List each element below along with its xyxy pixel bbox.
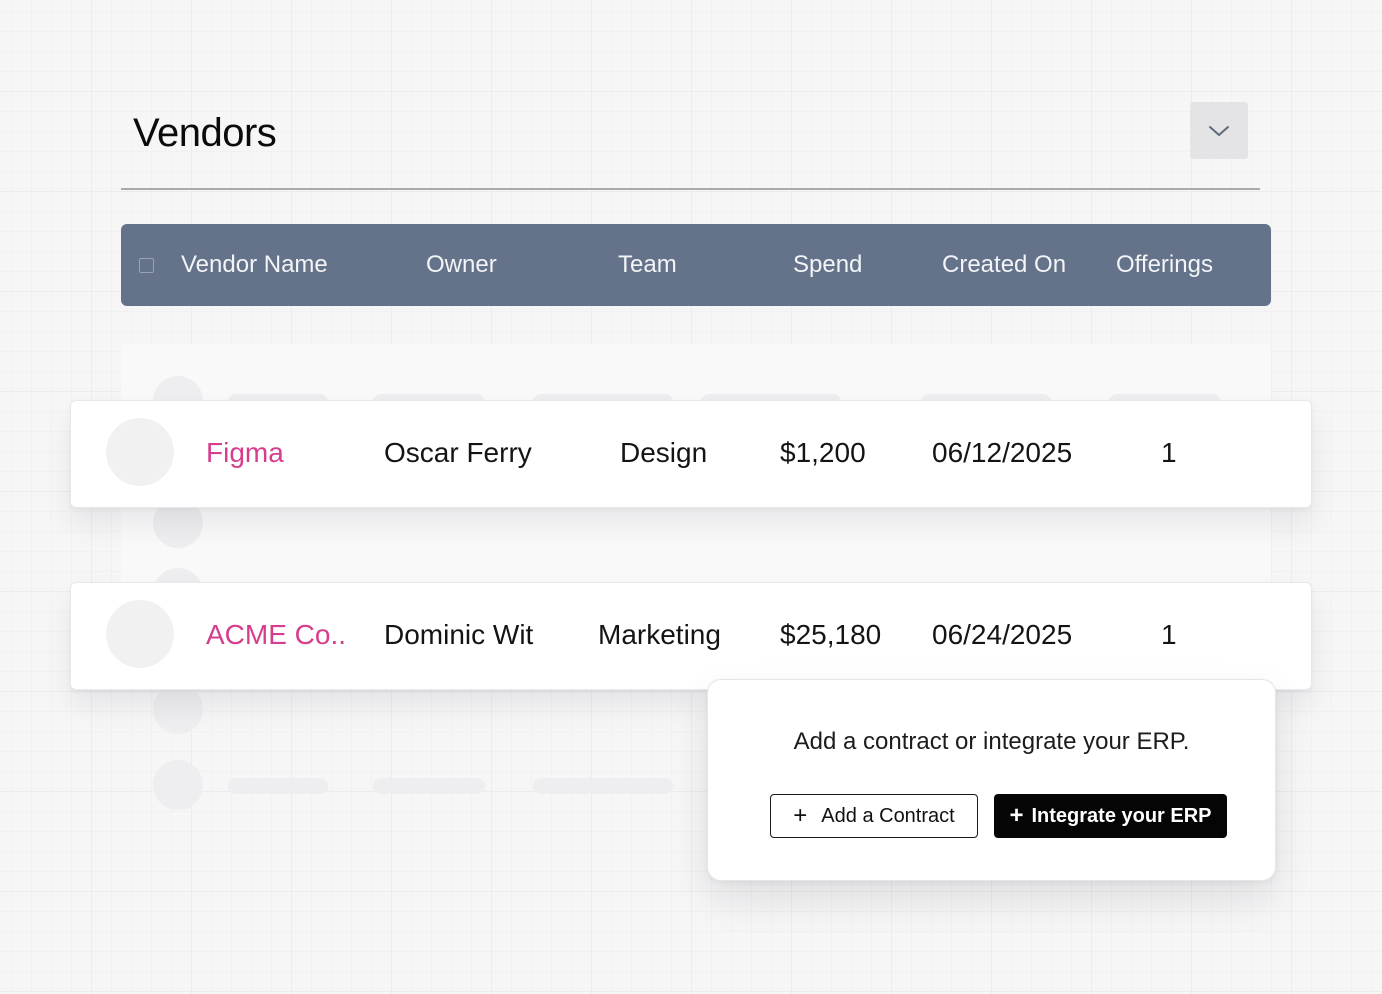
owner-cell: Dominic Wit	[384, 619, 534, 650]
add-contract-label: Add a Contract	[821, 804, 955, 827]
chevron-down-icon	[1209, 125, 1229, 136]
column-header-owner[interactable]: Owner	[426, 224, 497, 306]
plus-icon: +	[793, 802, 808, 829]
skeleton-bar	[533, 778, 673, 794]
spend-cell: $25,180	[780, 619, 882, 650]
integrate-erp-label: Integrate your ERP	[1031, 804, 1212, 827]
column-header-team[interactable]: Team	[618, 224, 677, 306]
owner-cell: Oscar Ferry	[384, 437, 532, 468]
add-contract-button[interactable]: + Add a Contract	[770, 794, 978, 838]
team-cell: Marketing	[598, 619, 721, 650]
team-cell: Design	[620, 437, 708, 468]
select-all-checkbox[interactable]	[139, 258, 154, 273]
integrate-erp-button[interactable]: + Integrate your ERP	[994, 794, 1227, 838]
offerings-cell: 1	[1161, 619, 1177, 650]
page-title: Vendors	[133, 111, 277, 155]
column-header-vendor-name[interactable]: Vendor Name	[181, 224, 328, 306]
column-header-created-on[interactable]: Created On	[942, 224, 1066, 306]
add-contract-popover: Add a contract or integrate your ERP. + …	[707, 679, 1276, 881]
skeleton-bar	[373, 778, 485, 794]
title-divider	[121, 188, 1260, 190]
skeleton-avatar	[153, 684, 203, 734]
vendor-avatar	[106, 418, 174, 486]
collapse-button[interactable]	[1190, 102, 1248, 159]
offerings-cell: 1	[1161, 437, 1177, 468]
vendor-name-link[interactable]: ACME Co..	[206, 583, 346, 689]
column-header-spend[interactable]: Spend	[793, 224, 862, 306]
created-on-cell: 06/12/2025	[932, 437, 1073, 468]
popover-message: Add a contract or integrate your ERP.	[793, 728, 1190, 755]
table-row[interactable]: ACME Co.. Dominic Wit Marketing $25,180 …	[70, 582, 1312, 690]
plus-icon: +	[1009, 802, 1024, 829]
table-row[interactable]: Figma Oscar Ferry Design $1,200 06/12/20…	[70, 400, 1312, 508]
skeleton-avatar	[153, 760, 203, 810]
vendor-name-link[interactable]: Figma	[206, 401, 284, 507]
spend-cell: $1,200	[780, 437, 866, 468]
vendor-avatar	[106, 600, 174, 668]
created-on-cell: 06/24/2025	[932, 619, 1073, 650]
table-header: Vendor Name Owner Team Spend Created On …	[121, 224, 1271, 306]
skeleton-bar	[228, 778, 328, 794]
skeleton-row	[121, 498, 1271, 618]
app-canvas: Vendors Vendor Name Owner Team Spend Cre…	[0, 0, 1382, 994]
column-header-offerings[interactable]: Offerings	[1116, 224, 1213, 306]
